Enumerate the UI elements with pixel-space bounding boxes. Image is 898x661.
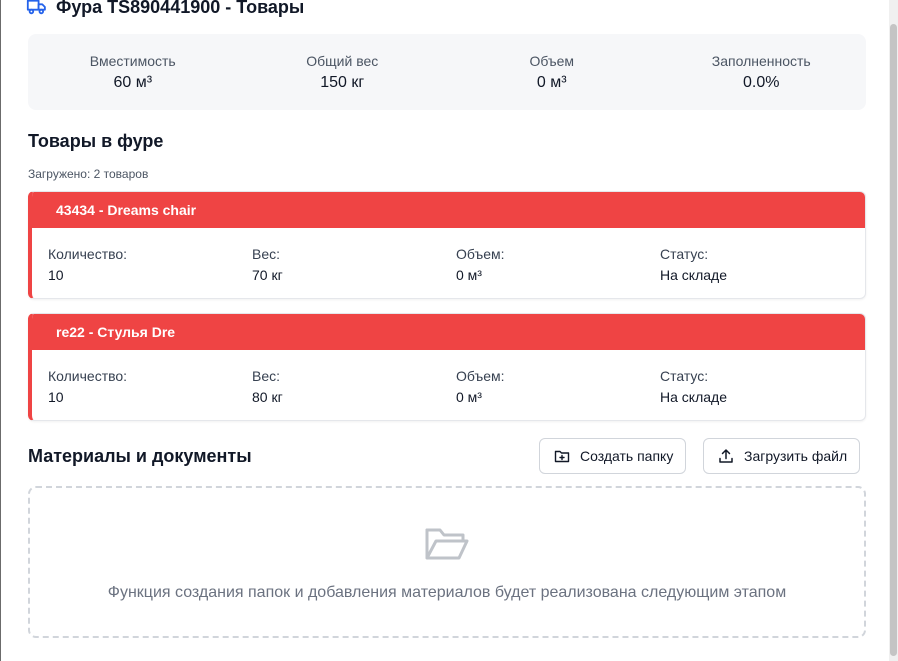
stat-total-weight: Общий вес 150 кг xyxy=(238,53,448,92)
stat-fill: Заполненность 0.0% xyxy=(657,53,867,92)
documents-dropzone[interactable]: Функция создания папок и добавления мате… xyxy=(28,486,866,638)
field-value: На складе xyxy=(660,267,727,283)
field-label: Вес: xyxy=(252,368,281,384)
create-folder-label: Создать папку xyxy=(580,448,674,464)
field-value: 10 xyxy=(48,389,64,405)
stat-volume: Объем 0 м³ xyxy=(447,53,657,92)
field-value: На складе xyxy=(660,389,727,405)
truck-icon xyxy=(26,0,48,16)
modal-title: Фура TS890441900 - Товары xyxy=(56,0,305,17)
field-label: Объем: xyxy=(456,368,505,384)
truck-goods-modal: Фура TS890441900 - Товары ✕ Вместимость … xyxy=(1,0,889,661)
stat-value: 150 кг xyxy=(320,73,365,91)
folder-open-icon xyxy=(425,528,469,560)
truck-stats: Вместимость 60 м³ Общий вес 150 кг Объем… xyxy=(28,34,866,110)
upload-icon xyxy=(719,449,733,463)
documents-section-title: Материалы и документы xyxy=(28,446,252,466)
modal-header: Фура TS890441900 - Товары xyxy=(26,0,304,18)
goods-item-name: re22 - Стулья Dre xyxy=(32,314,865,350)
field-weight: Вес: 80 кг xyxy=(252,368,456,405)
field-label: Статус: xyxy=(660,246,709,262)
field-volume: Объем: 0 м³ xyxy=(456,246,660,283)
stat-value: 60 м³ xyxy=(113,73,153,91)
stat-value: 0 м³ xyxy=(536,73,567,91)
goods-item-fields: Количество: 10 Вес: 80 кг Объем: 0 м³ Стату… xyxy=(32,350,865,405)
field-volume: Объем: 0 м³ xyxy=(456,368,660,405)
scrollbar-thumb[interactable] xyxy=(890,24,897,656)
field-label: Вес: xyxy=(252,246,281,262)
field-status: Статус: На складе xyxy=(660,368,864,405)
stat-label: Заполненность xyxy=(711,52,811,69)
stat-capacity: Вместимость 60 м³ xyxy=(28,53,238,92)
stat-label: Общий вес xyxy=(306,52,379,69)
stat-label: Вместимость xyxy=(89,52,176,69)
field-label: Объем: xyxy=(456,246,505,262)
field-value: 80 кг xyxy=(252,389,283,405)
field-value: 0 м³ xyxy=(456,267,482,283)
field-quantity: Количество: 10 xyxy=(48,368,252,405)
field-weight: Вес: 70 кг xyxy=(252,246,456,283)
upload-file-button[interactable]: Загрузить файл xyxy=(703,438,861,474)
stat-label: Объем xyxy=(529,52,575,69)
goods-item-fields: Количество: 10 Вес: 70 кг Объем: 0 м³ Стату… xyxy=(32,228,865,283)
field-value: 70 кг xyxy=(252,267,283,283)
goods-item[interactable]: 43434 - Dreams chair Количество: 10 Вес: 7… xyxy=(28,191,866,299)
field-quantity: Количество: 10 xyxy=(48,246,252,283)
field-label: Количество: xyxy=(48,368,128,384)
field-label: Статус: xyxy=(660,368,709,384)
field-value: 0 м³ xyxy=(456,389,482,405)
upload-file-label: Загрузить файл xyxy=(744,448,848,464)
goods-section-title: Товары в фуре xyxy=(28,131,164,151)
stat-value: 0.0% xyxy=(743,73,780,91)
goods-item-name: 43434 - Dreams chair xyxy=(32,192,865,228)
folder-plus-icon xyxy=(554,450,570,463)
field-status: Статус: На складе xyxy=(660,246,864,283)
loaded-count: Загружено: 2 товаров xyxy=(28,167,149,181)
field-value: 10 xyxy=(48,267,64,283)
dropzone-message: Функция создания папок и добавления мате… xyxy=(107,584,787,601)
field-label: Количество: xyxy=(48,246,128,262)
create-folder-button[interactable]: Создать папку xyxy=(539,438,687,474)
goods-item[interactable]: re22 - Стулья Dre Количество: 10 Вес: 80 к… xyxy=(28,313,866,421)
